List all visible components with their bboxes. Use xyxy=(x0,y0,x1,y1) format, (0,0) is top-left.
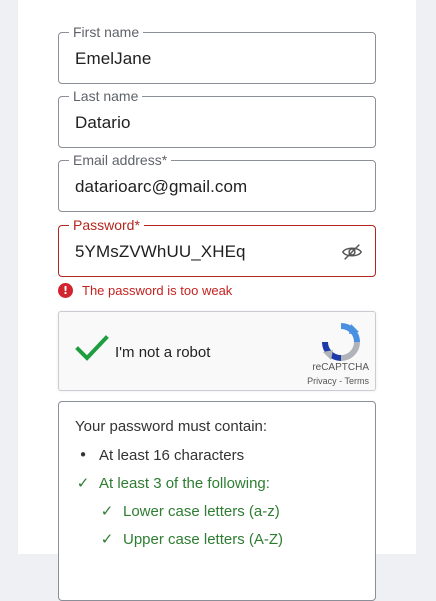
requirement-subitem: ✓ Lower case letters (a-z) xyxy=(99,502,280,520)
first-name-label: First name xyxy=(69,23,144,41)
last-name-value[interactable]: Datario xyxy=(75,112,131,134)
requirement-text: At least 16 characters xyxy=(99,446,245,464)
email-value[interactable]: datarioarc@gmail.com xyxy=(75,176,247,198)
requirement-item: • At least 16 characters xyxy=(75,446,245,464)
requirement-text: At least 3 of the following: xyxy=(99,474,270,492)
recaptcha-links: Privacy - Terms xyxy=(307,376,369,386)
password-requirements: Your password must contain: • At least 1… xyxy=(58,401,376,601)
requirement-item: ✓ At least 3 of the following: xyxy=(75,474,270,492)
recaptcha-terms-link[interactable]: Terms xyxy=(345,376,370,386)
checkmark-icon: ✓ xyxy=(76,474,90,492)
error-icon: ! xyxy=(58,282,73,298)
recaptcha-brand: reCAPTCHA xyxy=(312,362,369,373)
eye-slash-icon[interactable] xyxy=(341,241,363,263)
requirements-heading: Your password must contain: xyxy=(75,418,268,435)
recaptcha-link-separator: - xyxy=(336,376,345,386)
requirement-text: Upper case letters (A-Z) xyxy=(123,530,284,548)
bullet-icon: • xyxy=(78,446,88,464)
requirement-subitem: ✓ Upper case letters (A-Z) xyxy=(99,530,283,548)
recaptcha-checkmark-icon[interactable] xyxy=(75,334,109,364)
recaptcha-privacy-link[interactable]: Privacy xyxy=(307,376,337,386)
first-name-field[interactable]: First name EmelJane xyxy=(58,23,376,84)
recaptcha-logo-icon xyxy=(322,323,360,361)
password-error: ! The password is too weak xyxy=(58,281,232,299)
password-label: Password* xyxy=(69,216,144,234)
first-name-value[interactable]: EmelJane xyxy=(75,48,151,70)
last-name-label: Last name xyxy=(69,87,143,105)
checkmark-icon: ✓ xyxy=(100,502,114,520)
recaptcha-label: I'm not a robot xyxy=(115,344,211,361)
password-error-text: The password is too weak xyxy=(82,282,233,298)
password-value[interactable]: 5YMsZVWhUU_XHEq xyxy=(75,241,246,263)
checkmark-icon: ✓ xyxy=(100,530,114,548)
password-field[interactable]: Password* 5YMsZVWhUU_XHEq xyxy=(58,216,376,277)
last-name-field[interactable]: Last name Datario xyxy=(58,87,376,148)
email-field[interactable]: Email address* datarioarc@gmail.com xyxy=(58,151,376,212)
email-label: Email address* xyxy=(69,151,172,169)
recaptcha-widget: I'm not a robot reCAPTCHA Privacy - Term… xyxy=(58,311,376,391)
requirement-text: Lower case letters (a-z) xyxy=(123,502,280,520)
